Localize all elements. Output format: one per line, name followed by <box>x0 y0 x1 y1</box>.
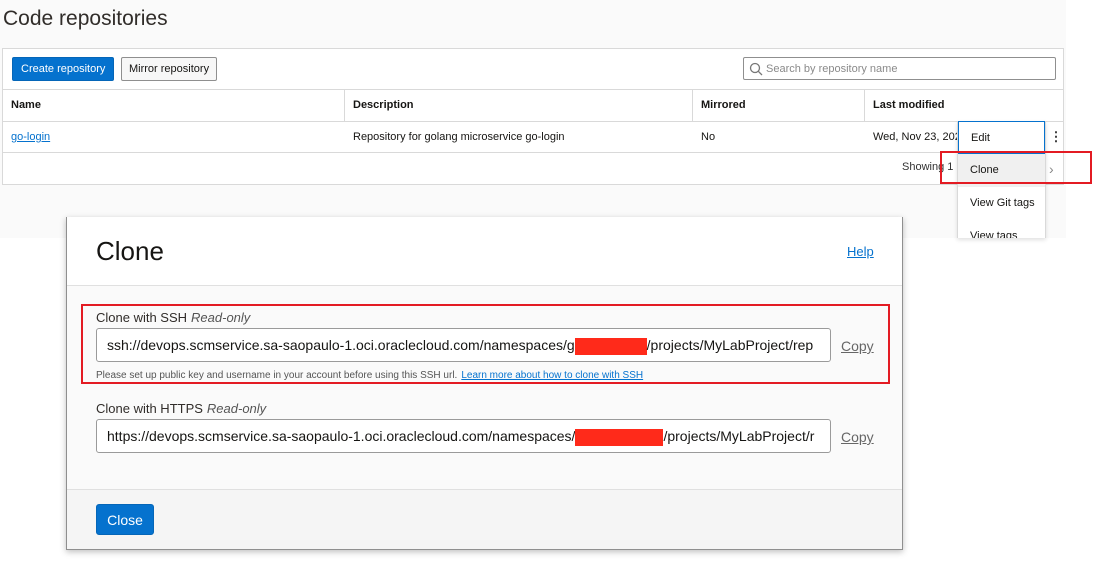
menu-item-view-tags[interactable]: View tags <box>958 220 1045 238</box>
search-input[interactable] <box>766 60 1051 77</box>
repositories-toolbar: Create repository Mirror repository <box>3 49 1063 90</box>
search-box[interactable] <box>743 57 1056 80</box>
create-repository-button[interactable]: Create repository <box>12 57 115 81</box>
page-title: Code repositories <box>3 7 168 30</box>
clone-dialog: Clone Help Clone with SSH Read-only ssh:/… <box>66 217 903 550</box>
column-header-description[interactable]: Description <box>345 90 693 121</box>
ssh-highlight-box <box>81 304 890 384</box>
https-field-label: Clone with HTTPS Read-only <box>96 401 267 416</box>
dialog-footer: Close <box>67 489 902 549</box>
column-header-last-modified[interactable]: Last modified <box>865 90 1065 121</box>
https-readonly-tag: Read-only <box>206 401 267 416</box>
table-header: Name Description Mirrored Last modified <box>3 90 1063 122</box>
column-header-mirrored[interactable]: Mirrored <box>693 90 865 121</box>
search-icon <box>749 62 763 76</box>
https-url-field[interactable]: https://devops.scmservice.sa-saopaulo-1.… <box>96 419 831 453</box>
menu-item-view-git-tags[interactable]: View Git tags <box>958 187 1045 220</box>
table-row: go-login Repository for golang microserv… <box>3 122 1063 153</box>
menu-item-edit[interactable]: Edit <box>958 121 1045 154</box>
mirror-repository-button[interactable]: Mirror repository <box>121 57 218 81</box>
repository-last-modified: Wed, Nov 23, 202 <box>873 131 961 143</box>
repositories-card: Create repository Mirror repository Name… <box>2 48 1064 185</box>
code-repositories-panel: Code repositories Create repository Mirr… <box>0 0 1092 238</box>
clone-menu-highlight-box <box>940 151 1092 184</box>
repository-description: Repository for golang microservice go-lo… <box>353 131 565 143</box>
dialog-body: Clone with SSH Read-only ssh://devops.scm… <box>67 286 902 489</box>
close-button[interactable]: Close <box>96 504 154 535</box>
copy-https-url-button[interactable]: Copy <box>841 429 874 445</box>
row-actions-kebab-icon[interactable]: ⋮ <box>1048 122 1064 152</box>
redacted-namespace <box>575 428 664 446</box>
repository-link-go-login[interactable]: go-login <box>11 131 50 143</box>
repository-mirrored: No <box>701 131 716 143</box>
help-link[interactable]: Help <box>847 244 874 259</box>
dialog-header: Clone Help <box>67 217 902 286</box>
column-header-name[interactable]: Name <box>3 90 345 121</box>
dialog-title: Clone <box>96 236 164 266</box>
